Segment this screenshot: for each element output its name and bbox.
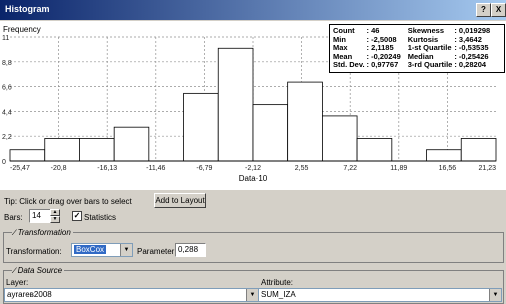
histogram-chart-area[interactable]: Frequency 0 2,2 4,4 6,6 8,8 11 -25,47 -20,8 -16,1…	[0, 21, 506, 190]
y-tick-label: 4,4	[2, 109, 12, 116]
close-button[interactable]: X	[491, 3, 506, 17]
data-source-group-title: ∕ Data Source	[12, 266, 65, 275]
transformation-group-title: ∕ Transformation	[12, 228, 73, 237]
x-tick-label: -11,46	[146, 165, 165, 172]
stats-cell-v1: : 0,97767	[366, 60, 399, 69]
window-title: Histogram	[5, 4, 50, 14]
attribute-label: Attribute:	[261, 278, 294, 287]
histogram-bar	[79, 138, 115, 162]
x-tick-label: 16,56	[439, 165, 457, 172]
statistics-table: Count: 46 Skewness: 0,019298 Min: -2,5008 K…	[332, 26, 491, 70]
attribute-value: SUM_IZA	[261, 290, 296, 299]
add-to-layout-button[interactable]: Add to Layout	[154, 193, 206, 208]
layer-label: Layer:	[6, 278, 29, 287]
transformation-select[interactable]: BoxCox ▼	[71, 243, 133, 257]
histogram-bar	[322, 115, 358, 162]
histogram-bar	[460, 138, 497, 162]
x-tick-label: -6,79	[196, 165, 212, 172]
spin-down-icon[interactable]: ▼	[50, 216, 60, 223]
chevron-down-icon[interactable]: ▼	[120, 244, 132, 256]
spin-up-icon[interactable]: ▲	[50, 209, 60, 216]
y-tick-label: 11	[2, 35, 9, 42]
histogram-bar	[356, 138, 393, 162]
x-tick-label: -16,13	[97, 165, 117, 172]
histogram-bar	[217, 47, 254, 162]
histogram-bar	[183, 92, 219, 162]
stats-cell-l2: 3-rd Quartile	[407, 60, 453, 69]
statistics-panel: Count: 46 Skewness: 0,019298 Min: -2,5008 K…	[329, 24, 505, 73]
bars-label: Bars:	[4, 213, 23, 222]
transformation-value: BoxCox	[74, 245, 107, 254]
bars-spinner[interactable]: ▲ ▼	[50, 209, 60, 223]
statistics-checkbox[interactable]: ✓	[72, 211, 82, 221]
y-tick-label: 6,6	[2, 85, 12, 92]
chevron-down-icon[interactable]: ▼	[246, 289, 258, 301]
layer-value: ayrareв2008	[7, 290, 52, 299]
histogram-bar	[44, 138, 80, 162]
parameter-input[interactable]: 0,288	[175, 243, 206, 257]
tip-text: Tip: Click or drag over bars to select	[4, 197, 132, 206]
statistics-label: Statistics	[84, 213, 117, 222]
x-tick-label: -2,12	[245, 165, 261, 172]
histogram-bar	[113, 126, 150, 162]
attribute-select[interactable]: SUM_IZA ▼	[258, 288, 502, 302]
x-tick-label: 21,23	[478, 165, 496, 172]
histogram-window: Histogram ? X Frequency 0 2,2 4,4 6,6 8,8 11 -2…	[0, 0, 506, 304]
histogram-bar	[426, 149, 462, 162]
parameter-label: Parameter:	[137, 247, 177, 256]
y-tick-label: 2,2	[2, 134, 12, 141]
stats-cell-l1: Std. Dev.	[333, 60, 365, 69]
histogram-bar	[252, 104, 289, 162]
x-tick-label: 2,55	[295, 165, 309, 172]
stats-cell-v2: : 0,28204	[454, 60, 487, 69]
bars-input[interactable]: 14	[29, 209, 51, 223]
y-tick-label: 8,8	[2, 60, 12, 67]
x-tick-label: -20,8	[51, 165, 67, 172]
title-bar[interactable]: Histogram ? X	[0, 0, 506, 20]
histogram-bar	[9, 149, 46, 162]
layer-select[interactable]: ayrareв2008 ▼	[4, 288, 259, 302]
x-tick-label: 7,22	[343, 165, 357, 172]
y-tick-label: 0	[2, 159, 6, 166]
x-axis-label: Data·10	[239, 174, 268, 183]
y-axis-label: Frequency	[3, 25, 41, 34]
histogram-bar	[287, 81, 323, 162]
stats-row: Std. Dev.: 0,97767 3-rd Quartile: 0,28204	[332, 60, 491, 70]
x-tick-label: 11,89	[390, 165, 407, 172]
help-button[interactable]: ?	[476, 3, 491, 17]
chevron-down-icon[interactable]: ▼	[489, 289, 501, 301]
x-tick-label: -25,47	[10, 165, 30, 172]
transformation-label: Transformation:	[6, 247, 62, 256]
